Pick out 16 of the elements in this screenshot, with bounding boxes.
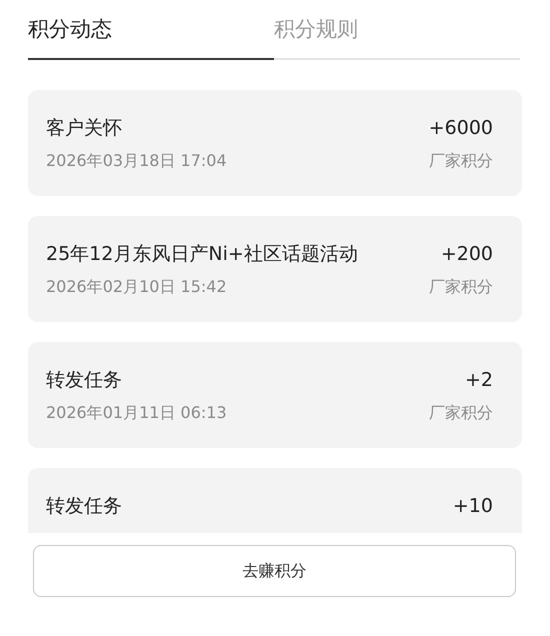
- points-source: 厂家积分: [429, 276, 493, 298]
- record-title: 客户关怀: [46, 116, 122, 141]
- points-amount: +10: [452, 494, 493, 519]
- record-title: 转发任务: [46, 494, 122, 519]
- tab[interactable]: 积分动态: [28, 14, 274, 60]
- record-title: 转发任务: [46, 368, 122, 393]
- record-time: 2026年01月11日 06:13: [46, 402, 227, 424]
- points-amount: +6000: [428, 116, 493, 141]
- points-source: 厂家积分: [429, 150, 493, 172]
- record-time: 2026年02月10日 15:42: [46, 276, 227, 298]
- points-source: 厂家积分: [429, 402, 493, 424]
- points-amount: +200: [440, 242, 493, 267]
- record-title: 25年12月东风日产Ni+社区话题活动: [46, 242, 358, 267]
- points-amount: +2: [464, 368, 493, 393]
- record-time: 2026年03月18日 17:04: [46, 150, 227, 172]
- earn-points-button[interactable]: 去赚积分: [33, 545, 516, 597]
